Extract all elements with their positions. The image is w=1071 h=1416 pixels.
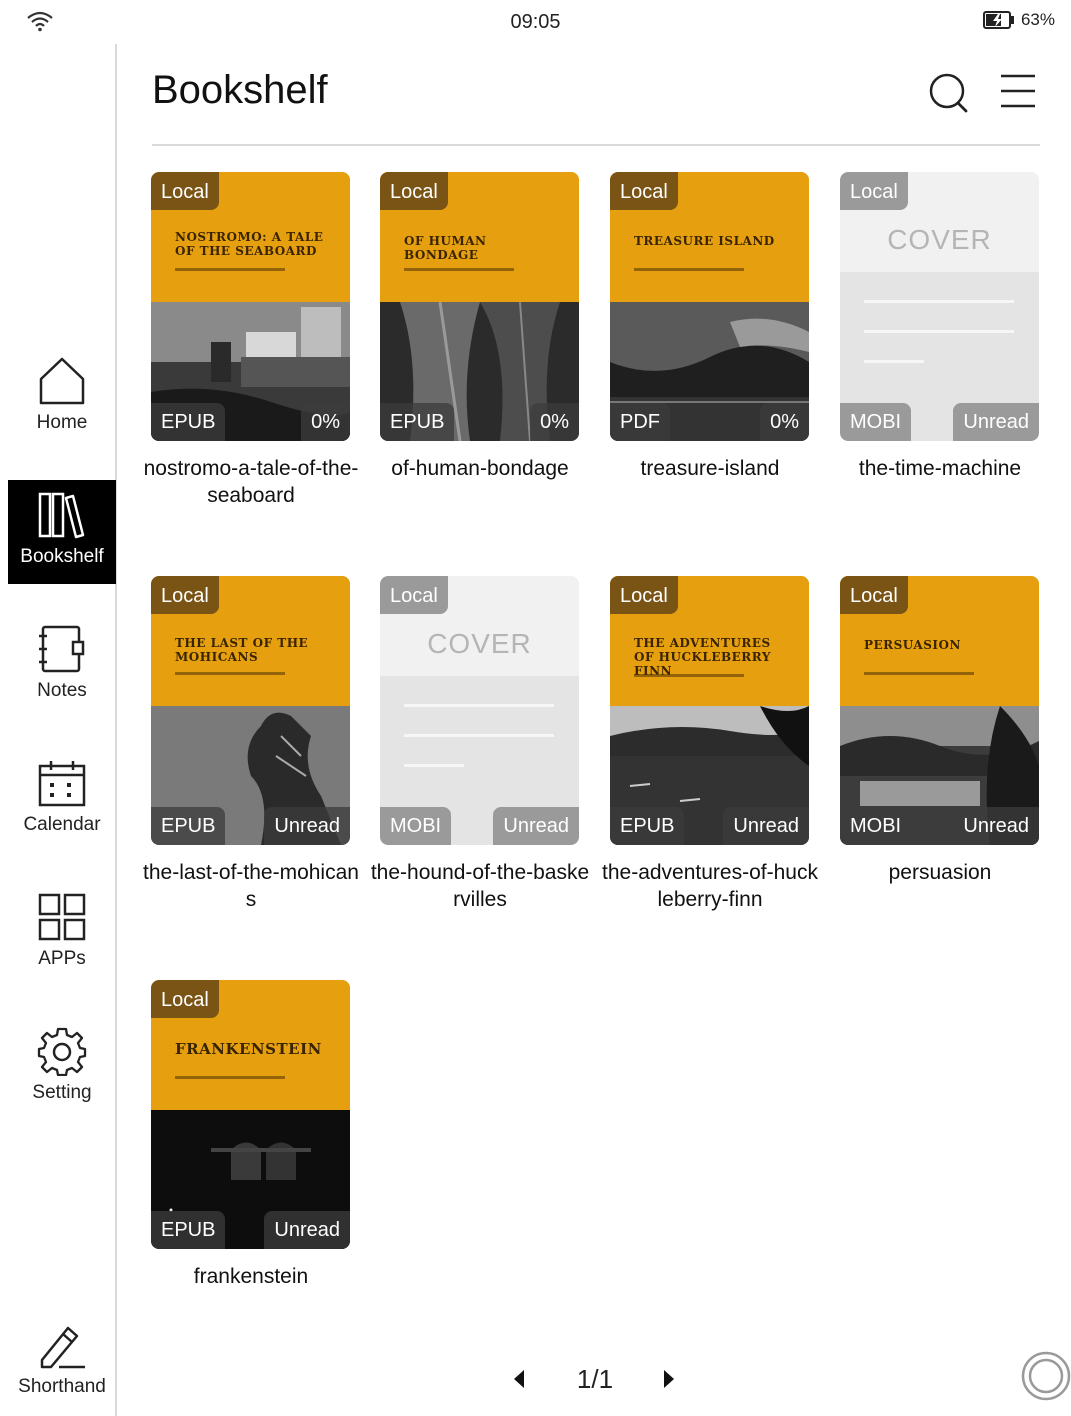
book-card[interactable]: The Last of the Mohicans Local EPUB Unre…	[143, 576, 359, 913]
cover-title: Frankenstein	[175, 1040, 322, 1058]
book-card[interactable]: Of Human Bondage Local EPUB 0% of-human-…	[380, 172, 579, 482]
format-tag: EPUB	[151, 807, 226, 845]
search-icon[interactable]	[926, 70, 970, 114]
format-tag: PDF	[610, 403, 670, 441]
progress-tag: 0%	[301, 403, 350, 441]
bookshelf-icon	[38, 492, 85, 539]
book-cover-placeholder[interactable]: COVER Local MOBI Unread	[840, 172, 1039, 441]
format-tag: EPUB	[610, 807, 685, 845]
source-tag: Local	[840, 172, 908, 210]
sidebar-item-notes[interactable]: Notes	[8, 624, 116, 702]
source-tag: Local	[840, 576, 908, 614]
progress-tag: Unread	[953, 807, 1039, 845]
header-divider	[152, 144, 1040, 146]
sidebar-item-label: Calendar	[23, 814, 101, 835]
book-title[interactable]: nostromo-a-tale-of-the-seaboard	[141, 455, 361, 509]
sidebar-item-label: APPs	[38, 948, 86, 969]
sidebar-item-bookshelf[interactable]: Bookshelf	[8, 480, 116, 584]
book-card[interactable]: Frankenstein Local EPUB Unread frankenst…	[151, 980, 350, 1290]
book-title[interactable]: the-time-machine	[830, 455, 1050, 482]
status-bar: 09:05 63%	[0, 0, 1071, 44]
book-title[interactable]: treasure-island	[600, 455, 820, 482]
source-tag: Local	[610, 576, 678, 614]
book-cover[interactable]: The Adventures of Huckleberry Finn Local…	[610, 576, 809, 845]
sidebar-item-label: Setting	[32, 1082, 92, 1103]
format-tag: MOBI	[840, 807, 912, 845]
source-tag: Local	[151, 980, 219, 1018]
sidebar-item-calendar[interactable]: Calendar	[8, 758, 116, 836]
pager: 1/1	[0, 1360, 1071, 1400]
source-tag: Local	[610, 172, 678, 210]
cover-title: Nostromo: A Tale of the Seaboard	[175, 230, 324, 258]
source-tag: Local	[151, 576, 219, 614]
cover-title: Of Human Bondage	[404, 234, 487, 262]
next-page-button[interactable]	[660, 1368, 678, 1390]
page-title: Bookshelf	[152, 68, 328, 112]
book-card[interactable]: The Adventures of Huckleberry Finn Local…	[602, 576, 818, 913]
book-card[interactable]: Treasure Island Local PDF 0% treasure-is…	[610, 172, 809, 482]
source-tag: Local	[380, 172, 448, 210]
book-cover[interactable]: Frankenstein Local EPUB Unread	[151, 980, 350, 1249]
cover-title: Treasure Island	[634, 234, 775, 248]
cover-title: The Last of the Mohicans	[175, 636, 309, 664]
format-tag: MOBI	[380, 807, 452, 845]
format-tag: EPUB	[151, 403, 226, 441]
sidebar-item-apps[interactable]: APPs	[8, 892, 116, 970]
page-indicator: 1/1	[576, 1364, 614, 1394]
sidebar-item-setting[interactable]: Setting	[8, 1026, 116, 1104]
source-tag: Local	[380, 576, 448, 614]
book-card[interactable]: Nostromo: A Tale of the Seaboard Local E…	[144, 172, 358, 509]
cover-placeholder-text: COVER	[887, 224, 992, 255]
book-title[interactable]: the-last-of-the-mohicans	[141, 859, 361, 913]
apps-grid-icon	[38, 893, 86, 941]
battery-charging-icon	[982, 11, 1014, 29]
clock: 09:05	[510, 11, 561, 33]
book-cover[interactable]: Of Human Bondage Local EPUB 0%	[380, 172, 579, 441]
sidebar-item-label: Home	[36, 412, 88, 433]
sidebar: Home Bookshelf Notes Calendar APPs Setti…	[0, 44, 117, 1416]
cover-title: The Adventures of Huckleberry Finn	[634, 636, 771, 678]
sidebar-item-home[interactable]: Home	[8, 356, 116, 434]
format-tag: EPUB	[380, 403, 455, 441]
progress-tag: 0%	[760, 403, 809, 441]
book-card[interactable]: Persuasion Local MOBI Unread persuasion	[840, 576, 1039, 886]
notes-icon	[39, 625, 85, 673]
previous-page-button[interactable]	[510, 1368, 528, 1390]
home-icon	[39, 357, 85, 405]
book-cover-placeholder[interactable]: COVER Local MOBI Unread	[380, 576, 579, 845]
progress-tag: Unread	[264, 807, 350, 845]
battery-indicator: 63%	[982, 10, 1055, 30]
progress-tag: Unread	[493, 807, 579, 845]
progress-tag: Unread	[264, 1211, 350, 1249]
floating-assist-button[interactable]	[1020, 1350, 1071, 1402]
book-title[interactable]: frankenstein	[141, 1263, 361, 1290]
cover-placeholder-text: COVER	[427, 628, 532, 659]
book-cover[interactable]: Nostromo: A Tale of the Seaboard Local E…	[151, 172, 350, 441]
menu-icon[interactable]	[996, 70, 1040, 114]
book-cover[interactable]: Treasure Island Local PDF 0%	[610, 172, 809, 441]
battery-percent: 63%	[1020, 10, 1055, 29]
book-title[interactable]: the-hound-of-the-baskervilles	[370, 859, 590, 913]
sidebar-item-label: Bookshelf	[20, 546, 104, 567]
calendar-icon	[38, 761, 86, 807]
cover-title: Persuasion	[864, 638, 961, 652]
book-card[interactable]: COVER Local MOBI Unread the-hound-of-the…	[371, 576, 589, 913]
book-card[interactable]: COVER Local MOBI Unread the-time-machine	[840, 172, 1039, 482]
book-title[interactable]: the-adventures-of-huckleberry-finn	[600, 859, 820, 913]
sidebar-item-label: Notes	[37, 680, 87, 701]
progress-tag: 0%	[530, 403, 579, 441]
source-tag: Local	[151, 172, 219, 210]
progress-tag: Unread	[953, 403, 1039, 441]
book-cover[interactable]: The Last of the Mohicans Local EPUB Unre…	[151, 576, 350, 845]
book-title[interactable]: of-human-bondage	[370, 455, 590, 482]
gear-icon	[37, 1027, 87, 1076]
book-title[interactable]: persuasion	[830, 859, 1050, 886]
format-tag: MOBI	[840, 403, 912, 441]
format-tag: EPUB	[151, 1211, 226, 1249]
book-cover[interactable]: Persuasion Local MOBI Unread	[840, 576, 1039, 845]
progress-tag: Unread	[723, 807, 809, 845]
